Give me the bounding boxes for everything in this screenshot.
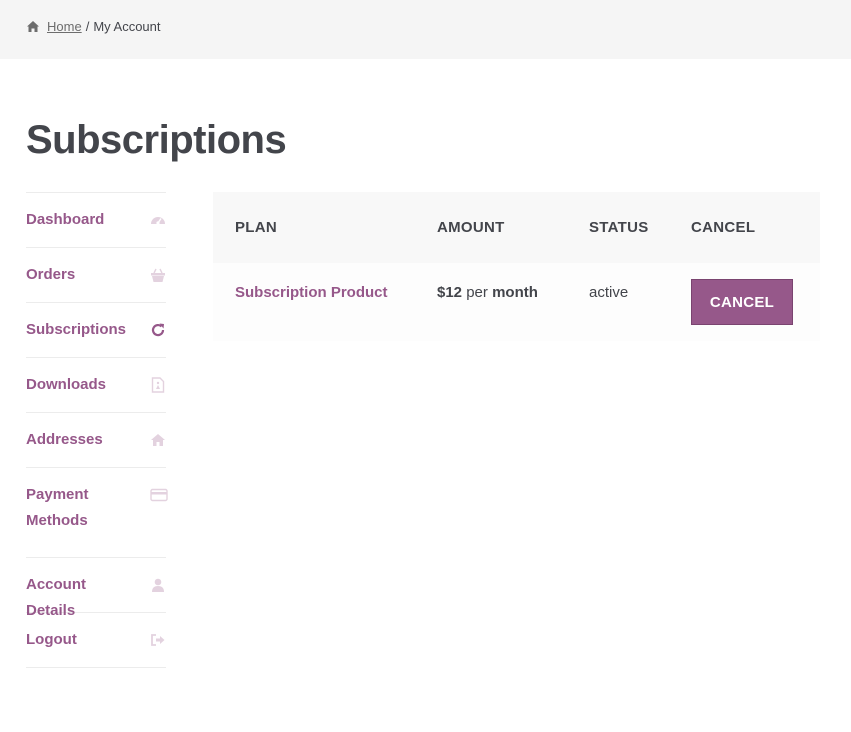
refresh-icon [150,322,166,338]
column-header-cancel: CANCEL [691,219,756,236]
table-row: Subscription Product $12 per month activ… [213,263,820,341]
dashboard-icon [150,212,166,228]
column-header-plan: PLAN [235,219,278,236]
status-cell: active [567,263,669,341]
status-text: active [589,284,629,301]
amount-value: $12 [437,284,463,301]
sidebar-item-orders[interactable]: Orders [26,248,166,303]
file-icon [150,377,166,393]
sidebar-item-account-details[interactable]: Account Details [26,558,166,619]
page-title: Subscriptions [26,118,287,162]
amount-per: per [466,284,488,301]
sidebar-item-subscriptions[interactable]: Subscriptions [26,303,166,358]
credit-card-icon [150,487,168,503]
column-header-status: STATUS [589,219,649,236]
basket-icon [150,267,166,283]
subscription-product-link[interactable]: Subscription Product [235,284,388,301]
account-navigation: Dashboard Orders Subscriptions Downloads… [26,192,168,668]
amount-period: month [492,284,538,301]
cancel-button[interactable]: CANCEL [691,279,793,325]
sidebar-item-label: Logout [26,631,77,648]
breadcrumb-home-link[interactable]: Home [47,19,82,34]
amount-cell: $12 per month [415,263,567,341]
breadcrumb-bar: Home / My Account [0,0,851,59]
breadcrumb-current: My Account [93,19,161,34]
sidebar-item-label: Dashboard [26,211,105,228]
subscriptions-table: PLAN AMOUNT STATUS CANCEL Subscription P… [213,192,820,341]
breadcrumb: Home / My Account [26,19,161,34]
home-icon [26,20,40,33]
table-header-row: PLAN AMOUNT STATUS CANCEL [213,192,820,263]
sidebar-item-label: Payment Methods [26,486,89,529]
sidebar-item-label: Subscriptions [26,321,127,338]
sidebar-item-label: Addresses [26,431,103,448]
sidebar-item-label: Downloads [26,376,107,393]
sidebar-item-label: Orders [26,266,76,283]
home-icon [150,432,166,448]
column-header-amount: AMOUNT [437,219,505,236]
cancel-cell: CANCEL [669,263,820,341]
sidebar-item-payment-methods[interactable]: Payment Methods [26,468,168,558]
sidebar-item-addresses[interactable]: Addresses [26,413,166,468]
sidebar-item-label: Account Details [26,576,86,619]
plan-cell: Subscription Product [213,263,415,341]
user-icon [150,577,166,593]
sidebar-item-dashboard[interactable]: Dashboard [26,193,166,248]
sidebar-item-downloads[interactable]: Downloads [26,358,166,413]
sign-out-icon [150,632,166,648]
breadcrumb-separator: / [85,19,90,34]
